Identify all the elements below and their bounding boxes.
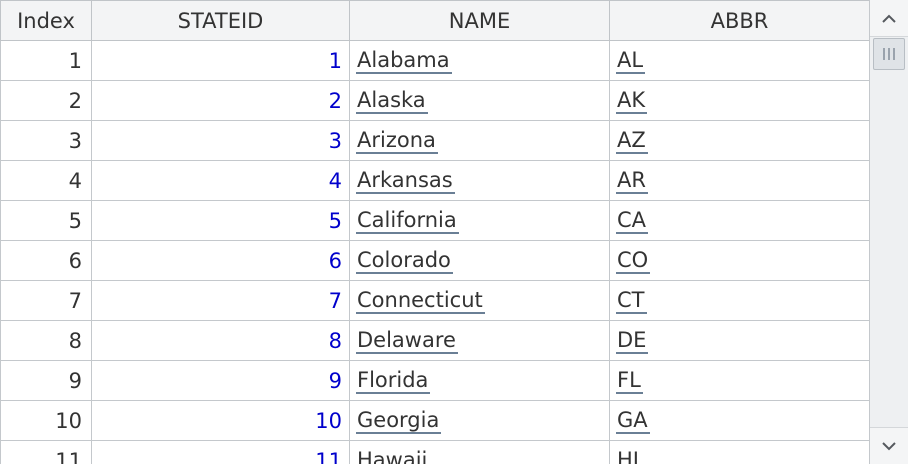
row-index: 11 xyxy=(0,440,92,464)
abbr-value: CO xyxy=(616,247,651,274)
abbr-cell[interactable]: HI xyxy=(609,440,869,464)
abbr-value: AZ xyxy=(616,127,648,154)
chevron-up-icon xyxy=(882,14,896,23)
abbr-value: AK xyxy=(616,87,648,114)
name-value: Alabama xyxy=(356,47,452,74)
vertical-scrollbar[interactable] xyxy=(869,0,908,464)
row-index: 8 xyxy=(0,320,92,361)
name-value: Georgia xyxy=(356,407,442,434)
table-row[interactable]: 11 11 Hawaii HI xyxy=(0,440,869,464)
row-index: 7 xyxy=(0,280,92,321)
states-table: Index STATEID NAME ABBR 1 1 Alabama AL 2… xyxy=(0,0,869,464)
stateid-cell[interactable]: 1 xyxy=(91,40,350,81)
name-value: Connecticut xyxy=(356,287,485,314)
name-cell[interactable]: Connecticut xyxy=(349,280,610,321)
stateid-cell[interactable]: 10 xyxy=(91,400,350,441)
abbr-value: CT xyxy=(616,287,647,314)
scroll-up-button[interactable] xyxy=(870,0,908,37)
abbr-value: DE xyxy=(616,327,649,354)
table-row[interactable]: 4 4 Arkansas AR xyxy=(0,160,869,201)
abbr-value: CA xyxy=(616,207,649,234)
abbr-cell[interactable]: AL xyxy=(609,40,869,81)
stateid-cell[interactable]: 7 xyxy=(91,280,350,321)
table-row[interactable]: 5 5 California CA xyxy=(0,200,869,241)
row-index: 4 xyxy=(0,160,92,201)
abbr-value: HI xyxy=(616,448,641,464)
name-value: Arizona xyxy=(356,127,438,154)
table-view: Index STATEID NAME ABBR 1 1 Alabama AL 2… xyxy=(0,0,908,464)
abbr-value: AL xyxy=(616,47,646,74)
table-row[interactable]: 8 8 Delaware DE xyxy=(0,320,869,361)
table-row[interactable]: 9 9 Florida FL xyxy=(0,360,869,401)
table-row[interactable]: 6 6 Colorado CO xyxy=(0,240,869,281)
table-row[interactable]: 7 7 Connecticut CT xyxy=(0,280,869,321)
stateid-cell[interactable]: 6 xyxy=(91,240,350,281)
table-row[interactable]: 3 3 Arizona AZ xyxy=(0,120,869,161)
name-cell[interactable]: Georgia xyxy=(349,400,610,441)
stateid-cell[interactable]: 8 xyxy=(91,320,350,361)
abbr-cell[interactable]: FL xyxy=(609,360,869,401)
name-value: Hawaii xyxy=(356,448,429,464)
name-cell[interactable]: Hawaii xyxy=(349,440,610,464)
column-header-index[interactable]: Index xyxy=(0,0,92,41)
name-cell[interactable]: Alabama xyxy=(349,40,610,81)
abbr-cell[interactable]: CO xyxy=(609,240,869,281)
stateid-cell[interactable]: 5 xyxy=(91,200,350,241)
abbr-value: AR xyxy=(616,167,648,194)
name-value: Arkansas xyxy=(356,167,455,194)
row-index: 6 xyxy=(0,240,92,281)
stateid-cell[interactable]: 4 xyxy=(91,160,350,201)
table-row[interactable]: 10 10 Georgia GA xyxy=(0,400,869,441)
column-header-stateid[interactable]: STATEID xyxy=(91,0,350,41)
stateid-cell[interactable]: 9 xyxy=(91,360,350,401)
name-value: California xyxy=(356,207,459,234)
name-value: Delaware xyxy=(356,327,458,354)
row-index: 1 xyxy=(0,40,92,81)
row-index: 2 xyxy=(0,80,92,121)
data-grid: Index STATEID NAME ABBR 1 1 Alabama AL 2… xyxy=(0,0,869,464)
abbr-cell[interactable]: CA xyxy=(609,200,869,241)
row-index: 9 xyxy=(0,360,92,401)
chevron-down-icon xyxy=(882,441,896,450)
row-index: 3 xyxy=(0,120,92,161)
name-value: Alaska xyxy=(356,87,428,114)
abbr-cell[interactable]: GA xyxy=(609,400,869,441)
name-cell[interactable]: California xyxy=(349,200,610,241)
stateid-cell[interactable]: 2 xyxy=(91,80,350,121)
name-value: Florida xyxy=(356,367,431,394)
name-cell[interactable]: Delaware xyxy=(349,320,610,361)
name-cell[interactable]: Alaska xyxy=(349,80,610,121)
abbr-cell[interactable]: CT xyxy=(609,280,869,321)
abbr-cell[interactable]: AR xyxy=(609,160,869,201)
name-cell[interactable]: Colorado xyxy=(349,240,610,281)
abbr-value: GA xyxy=(616,407,650,434)
name-value: Colorado xyxy=(356,247,453,274)
abbr-value: FL xyxy=(616,367,643,394)
column-header-name[interactable]: NAME xyxy=(349,0,610,41)
abbr-cell[interactable]: DE xyxy=(609,320,869,361)
table-row[interactable]: 1 1 Alabama AL xyxy=(0,40,869,81)
name-cell[interactable]: Arkansas xyxy=(349,160,610,201)
stateid-cell[interactable]: 11 xyxy=(91,440,350,464)
table-row[interactable]: 2 2 Alaska AK xyxy=(0,80,869,121)
abbr-cell[interactable]: AK xyxy=(609,80,869,121)
name-cell[interactable]: Florida xyxy=(349,360,610,401)
row-index: 5 xyxy=(0,200,92,241)
scrollbar-thumb[interactable] xyxy=(873,38,905,70)
name-cell[interactable]: Arizona xyxy=(349,120,610,161)
stateid-cell[interactable]: 3 xyxy=(91,120,350,161)
scroll-down-button[interactable] xyxy=(870,427,908,464)
abbr-cell[interactable]: AZ xyxy=(609,120,869,161)
header-row: Index STATEID NAME ABBR xyxy=(0,0,869,41)
column-header-abbr[interactable]: ABBR xyxy=(609,0,869,41)
row-index: 10 xyxy=(0,400,92,441)
